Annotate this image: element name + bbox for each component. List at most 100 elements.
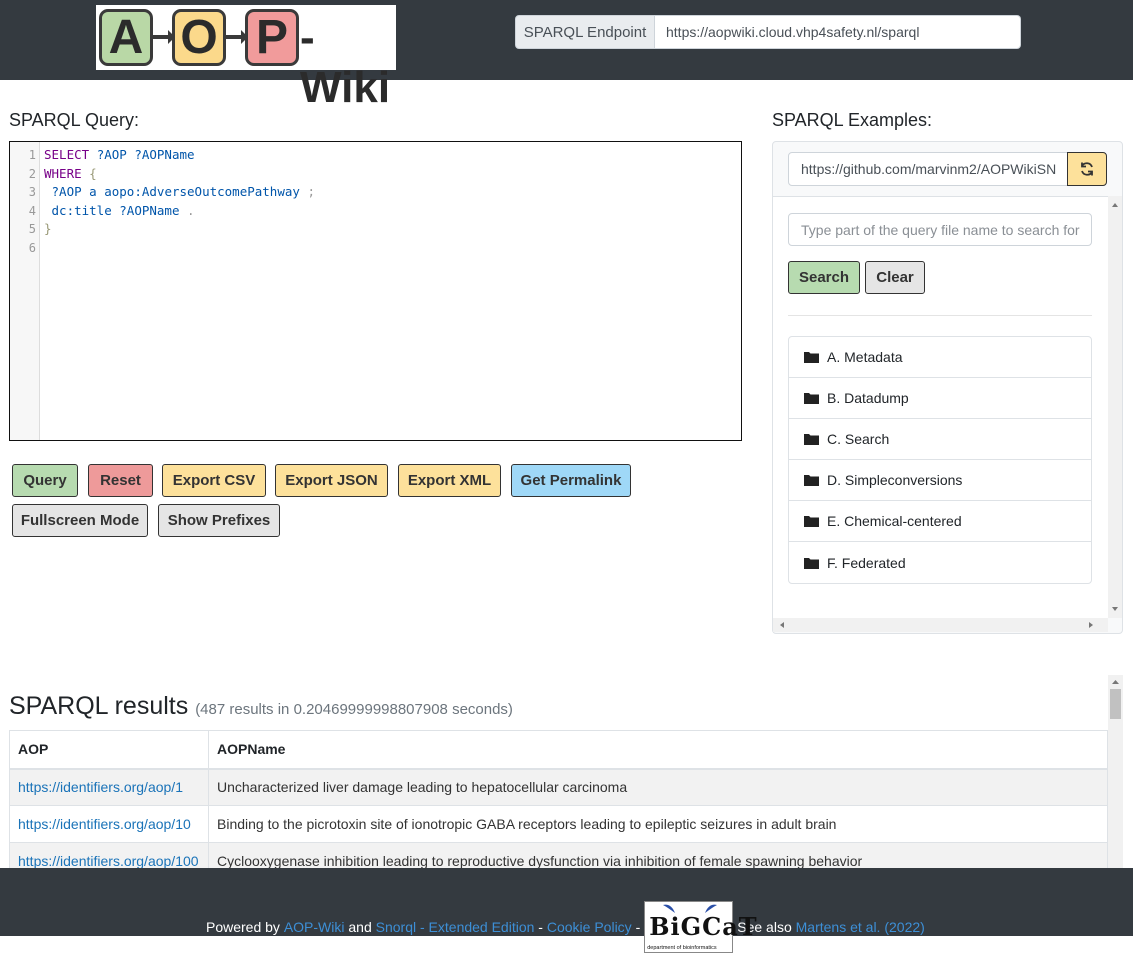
column-header-aop[interactable]: AOP <box>9 730 209 770</box>
folder-item[interactable]: E. Chemical-centered <box>789 501 1091 542</box>
folder-item[interactable]: D. Simpleconversions <box>789 460 1091 501</box>
variable: ?AOP <box>51 184 82 199</box>
aop-wiki-logo[interactable]: A O P -Wiki <box>96 5 396 112</box>
logo-o-box: O <box>172 9 226 66</box>
keyword-where: WHERE <box>44 165 82 181</box>
aop-link[interactable]: https://identifiers.org/aop/10 <box>18 816 191 832</box>
examples-horizontal-scrollbar[interactable] <box>773 618 1108 632</box>
line-number: 1 <box>28 148 36 162</box>
variable: ?AOPName <box>119 202 180 218</box>
export-xml-button[interactable]: Export XML <box>398 464 501 497</box>
results-heading: SPARQL results (487 results in 0.2046999… <box>9 692 513 721</box>
table-row: https://identifiers.org/aop/10 Binding t… <box>9 805 1108 843</box>
code-line: SELECT ?AOP ?AOPName <box>44 146 315 165</box>
logo-a-box: A <box>99 9 153 66</box>
predicate: dc:title <box>51 202 112 218</box>
folder-icon <box>804 434 819 445</box>
table-row: https://identifiers.org/aop/1 Uncharacte… <box>9 768 1108 806</box>
folder-item[interactable]: F. Federated <box>789 542 1091 583</box>
export-json-button[interactable]: Export JSON <box>275 464 388 497</box>
code-line: } <box>44 220 315 239</box>
snorql-link[interactable]: Snorql - Extended Edition <box>376 919 535 935</box>
folder-label: E. Chemical-centered <box>827 513 962 529</box>
results-meta: (487 results in 0.20469999998807908 seco… <box>195 701 513 718</box>
column-header-aopname[interactable]: AOPName <box>208 730 1108 770</box>
folder-label: C. Search <box>827 431 890 447</box>
clear-button[interactable]: Clear <box>865 261 925 294</box>
scroll-down-arrow-icon[interactable] <box>1108 602 1122 616</box>
reset-button[interactable]: Reset <box>88 464 153 497</box>
query-code[interactable]: SELECT ?AOP ?AOPName WHERE { ?AOP a aopo… <box>44 146 315 257</box>
footer-dash: - <box>538 919 543 935</box>
logo-arrow-icon <box>224 30 248 44</box>
fullscreen-mode-button[interactable]: Fullscreen Mode <box>12 504 148 537</box>
folder-item[interactable]: A. Metadata <box>789 337 1091 378</box>
query-file-search-input[interactable]: Type part of the query file name to sear… <box>788 213 1092 246</box>
code-line: WHERE { <box>44 165 315 184</box>
sparql-endpoint-group: SPARQL Endpoint https://aopwiki.cloud.vh… <box>515 15 1021 49</box>
sparql-endpoint-input[interactable]: https://aopwiki.cloud.vhp4safety.nl/spar… <box>655 15 1021 49</box>
refresh-icon <box>1081 162 1093 176</box>
refresh-button[interactable] <box>1067 152 1107 186</box>
show-prefixes-button[interactable]: Show Prefixes <box>158 504 280 537</box>
footer-dash: - <box>635 919 641 935</box>
scroll-right-arrow-icon[interactable] <box>1084 618 1098 632</box>
code-line: ?AOP a aopo:AdverseOutcomePathway ; <box>44 183 315 202</box>
logo-arrow-icon <box>151 30 175 44</box>
martens-paper-link[interactable]: Martens et al. (2022) <box>796 919 925 935</box>
repo-url-input[interactable]: https://github.com/marvinm2/AOPWikiSN <box>788 152 1068 186</box>
table-cell: Binding to the picrotoxin site of ionotr… <box>208 805 1108 843</box>
scroll-up-arrow-icon[interactable] <box>1108 676 1123 688</box>
get-permalink-button[interactable]: Get Permalink <box>511 464 631 497</box>
aop-link[interactable]: https://identifiers.org/aop/1 <box>18 779 183 795</box>
search-button[interactable]: Search <box>788 261 860 294</box>
table-cell: https://identifiers.org/aop/10 <box>9 805 209 843</box>
folder-label: B. Datadump <box>827 390 909 406</box>
scrollbar-thumb[interactable] <box>1110 689 1121 719</box>
keyword-select: SELECT <box>44 147 90 162</box>
results-table: AOP AOPName https://identifiers.org/aop/… <box>9 730 1108 880</box>
bigcat-logo[interactable]: BiGCaT department of bioinformatics <box>644 901 757 953</box>
results-scrollbar[interactable] <box>1108 675 1123 868</box>
line-number: 4 <box>28 203 36 218</box>
sparql-query-editor[interactable]: 1 2 3 4 5 6 SELECT ?AOP ?AOPName WHERE {… <box>9 141 742 441</box>
footer-and: and <box>348 919 372 935</box>
brace: } <box>44 221 52 236</box>
footer: Powered by AOP-Wiki and Snorql - Extende… <box>0 868 1133 953</box>
logo-wiki-text: -Wiki <box>300 13 391 112</box>
sparql-examples-heading: SPARQL Examples: <box>772 110 933 130</box>
bigcat-eye-icon <box>663 904 718 913</box>
footer-powered-by: Powered by <box>206 919 280 935</box>
footer-line: Powered by AOP-Wiki and Snorql - Extende… <box>206 901 925 953</box>
sparql-endpoint-label: SPARQL Endpoint <box>515 15 655 49</box>
line-number: 6 <box>28 240 36 255</box>
folder-item[interactable]: B. Datadump <box>789 378 1091 419</box>
examples-vertical-scrollbar[interactable] <box>1108 196 1122 618</box>
punctuation: ; <box>307 184 315 199</box>
scroll-up-arrow-icon[interactable] <box>1108 198 1122 212</box>
folder-label: D. Simpleconversions <box>827 472 963 488</box>
line-number: 5 <box>28 222 36 236</box>
scroll-left-arrow-icon[interactable] <box>775 618 789 632</box>
sparql-query-heading: SPARQL Query: <box>9 110 140 130</box>
results-title: SPARQL results <box>9 692 189 720</box>
folder-icon <box>804 557 819 569</box>
line-number-gutter: 1 2 3 4 5 6 <box>10 142 40 440</box>
code-line: dc:title ?AOPName . <box>44 202 315 221</box>
divider <box>788 315 1092 316</box>
bigcat-logo-subtext: department of bioinformatics <box>647 945 717 951</box>
logo-p-box: P <box>245 9 299 66</box>
query-button[interactable]: Query <box>12 464 78 497</box>
example-folder-list: A. Metadata B. Datadump C. Search D. Sim… <box>788 336 1092 584</box>
cookie-policy-link[interactable]: Cookie Policy <box>547 919 632 935</box>
folder-label: A. Metadata <box>827 349 903 365</box>
table-cell: https://identifiers.org/aop/1 <box>9 768 209 806</box>
aop-link[interactable]: https://identifiers.org/aop/100 <box>18 853 199 869</box>
folder-item[interactable]: C. Search <box>789 419 1091 460</box>
folder-icon <box>804 516 819 527</box>
export-csv-button[interactable]: Export CSV <box>162 464 266 497</box>
aop-wiki-link[interactable]: AOP-Wiki <box>284 919 345 935</box>
keyword-a: a <box>89 184 97 199</box>
table-cell: Uncharacterized liver damage leading to … <box>208 768 1108 806</box>
